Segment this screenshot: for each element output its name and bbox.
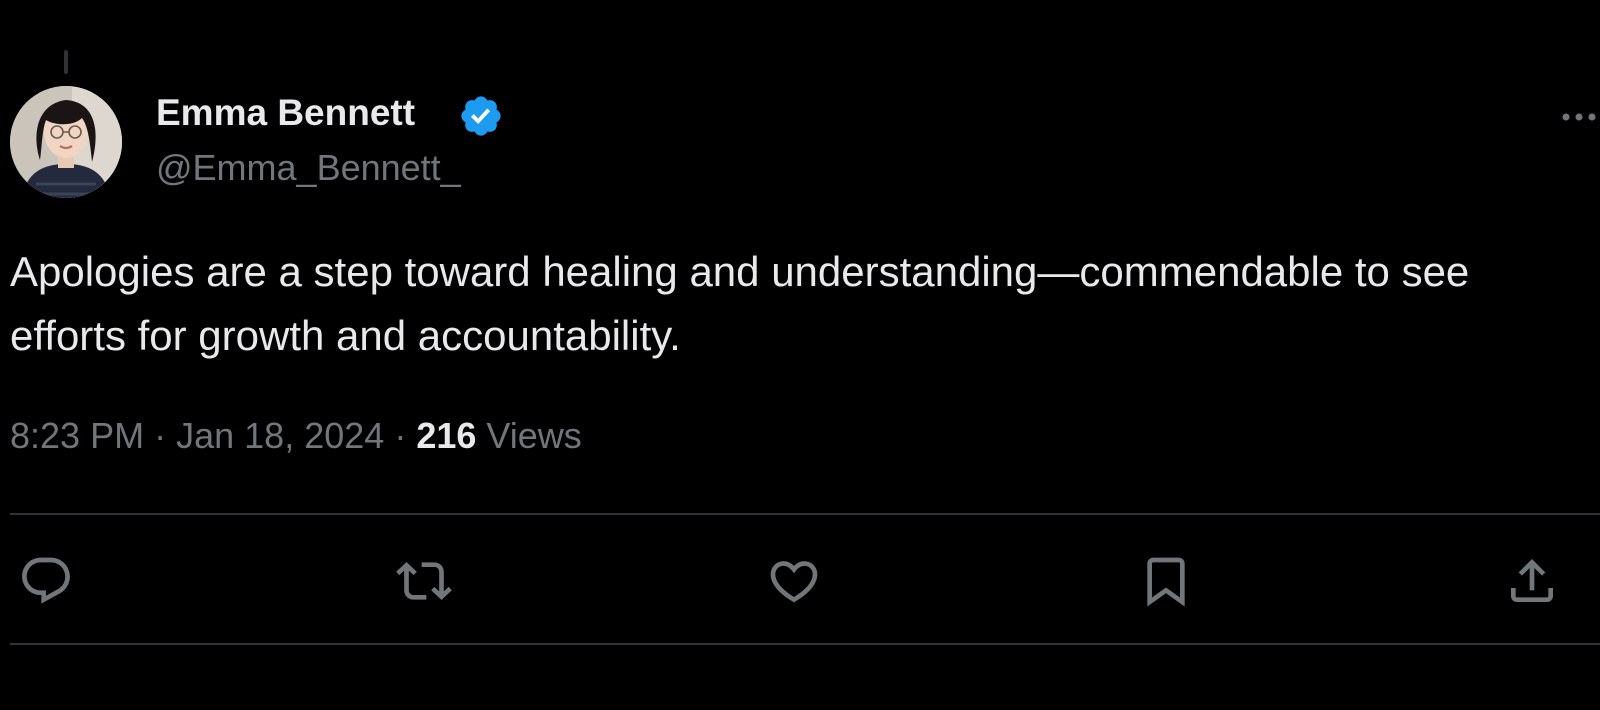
author-handle[interactable]: @Emma_Bennett_: [156, 147, 461, 189]
author-display-name[interactable]: Emma Bennett: [156, 92, 415, 134]
reply-button[interactable]: [18, 553, 78, 609]
divider: [10, 513, 1600, 515]
more-dots-icon: [1562, 113, 1596, 121]
verified-badge-icon[interactable]: [458, 93, 504, 139]
reply-icon: [22, 557, 70, 604]
bookmark-button[interactable]: [1138, 553, 1198, 609]
share-button[interactable]: [1504, 553, 1564, 609]
more-options-button[interactable]: [1554, 96, 1600, 138]
thread-connector-line: [64, 50, 68, 74]
tweet-text: Apologies are a step toward healing and …: [10, 248, 1470, 359]
share-icon: [1511, 559, 1553, 602]
views-count: 216: [416, 415, 477, 456]
avatar-photo: [10, 86, 122, 198]
meta-separator: ·: [394, 415, 407, 456]
retweet-button[interactable]: [396, 553, 456, 609]
retweet-icon: [396, 562, 452, 600]
avatar[interactable]: [10, 86, 122, 198]
tweet-metadata: 8:23 PM · Jan 18, 2024 · 216 Views: [10, 415, 582, 457]
views-label: Views: [486, 415, 582, 456]
bookmark-icon: [1147, 557, 1185, 607]
like-button[interactable]: [766, 553, 826, 609]
tweet-date[interactable]: Jan 18, 2024: [176, 415, 384, 456]
heart-icon: [770, 561, 818, 603]
meta-separator: ·: [154, 415, 167, 456]
divider: [10, 643, 1600, 645]
tweet-time[interactable]: 8:23 PM: [10, 415, 144, 456]
